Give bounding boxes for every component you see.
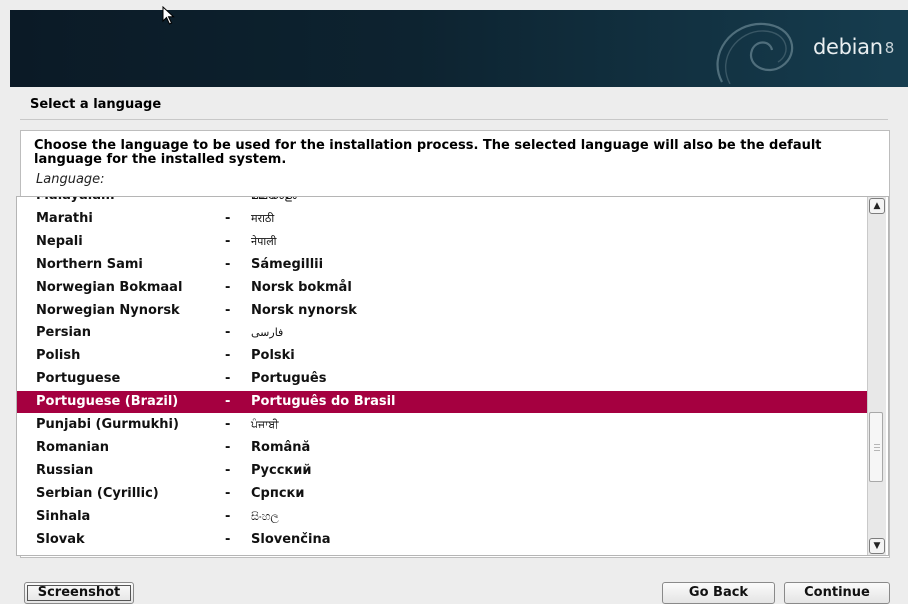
- scroll-down-icon[interactable]: ▼: [869, 538, 885, 554]
- question-text: Choose the language to be used for the i…: [34, 138, 822, 167]
- language-separator: -: [225, 417, 231, 432]
- scrollbar-thumb[interactable]: [869, 412, 883, 482]
- language-native-name: Sámegillii: [251, 256, 324, 272]
- language-list[interactable]: Malayalam - മലയാളം Marathi - मराठी Nepali - नेपा…: [16, 196, 889, 556]
- language-option[interactable]: Norwegian Nynorsk - Norsk nynorsk: [17, 300, 870, 322]
- language-name: Norwegian Bokmaal: [36, 279, 183, 295]
- vertical-scrollbar[interactable]: ▲ ▼: [867, 197, 886, 555]
- language-option[interactable]: Norwegian Bokmaal - Norsk bokmål: [17, 277, 870, 299]
- language-option[interactable]: Malayalam - മലയാളം: [17, 197, 870, 207]
- language-name: Malayalam: [36, 197, 115, 207]
- language-name: Romanian: [36, 439, 109, 455]
- mouse-pointer-icon: [162, 6, 175, 25]
- language-name: Marathi: [36, 210, 93, 226]
- language-name: Polish: [36, 348, 81, 364]
- debian-swirl-logo: [716, 22, 794, 84]
- language-name: Russian: [36, 462, 94, 478]
- language-option[interactable]: Polish - Polski: [17, 345, 870, 367]
- language-name: Norwegian Nynorsk: [36, 302, 180, 318]
- scroll-up-icon[interactable]: ▲: [869, 198, 885, 214]
- continue-button[interactable]: Continue: [784, 582, 890, 604]
- language-option[interactable]: Portuguese (Brazil) - Português do Brasil: [17, 391, 870, 414]
- language-separator: -: [225, 256, 231, 272]
- language-option[interactable]: Slovak - Slovenčina: [17, 529, 870, 551]
- language-native-name: Română: [251, 439, 311, 455]
- language-separator: -: [225, 531, 231, 547]
- language-separator: -: [225, 462, 231, 478]
- language-native-name: فارسی: [251, 326, 284, 340]
- language-name: Nepali: [36, 233, 83, 249]
- language-name: Persian: [36, 325, 91, 341]
- go-back-button[interactable]: Go Back: [662, 582, 775, 604]
- language-option[interactable]: Romanian - Română: [17, 437, 870, 459]
- language-separator: -: [225, 508, 231, 524]
- language-separator: -: [225, 325, 231, 341]
- language-option[interactable]: Persian - فارسی: [17, 322, 870, 344]
- language-native-name: සිංහල: [251, 509, 279, 523]
- language-native-name: Norsk nynorsk: [251, 302, 357, 318]
- language-separator: -: [225, 348, 231, 364]
- language-name: Punjabi (Gurmukhi): [36, 417, 179, 432]
- language-option[interactable]: Russian - Русский: [17, 460, 870, 482]
- language-name: Sinhala: [36, 508, 91, 524]
- debian-wordmark: debian 8: [812, 35, 894, 59]
- language-name: Northern Sami: [36, 256, 143, 272]
- language-separator: -: [225, 371, 231, 387]
- language-native-name: മലയാളം: [251, 197, 297, 207]
- language-separator: -: [225, 210, 231, 226]
- language-native-name: मराठी: [251, 211, 275, 225]
- language-option[interactable]: Northern Sami - Sámegillii: [17, 254, 870, 276]
- language-separator: -: [225, 279, 231, 295]
- language-separator: -: [225, 394, 231, 410]
- language-native-name: Norsk bokmål: [251, 279, 352, 295]
- language-native-name: Português: [251, 371, 327, 387]
- language-name: Portuguese: [36, 371, 121, 387]
- language-separator: -: [225, 233, 231, 249]
- language-name: Portuguese (Brazil): [36, 394, 179, 410]
- language-native-name: Português do Brasil: [251, 394, 396, 410]
- language-separator: -: [225, 197, 230, 207]
- screenshot-button[interactable]: Screenshot: [24, 582, 134, 604]
- language-native-name: Polski: [251, 348, 295, 364]
- language-field-label: Language:: [36, 172, 105, 187]
- language-native-name: Српски: [251, 485, 305, 501]
- language-separator: -: [225, 485, 231, 501]
- language-name: Slovak: [36, 531, 85, 547]
- language-separator: -: [225, 302, 231, 318]
- language-native-name: Русский: [251, 462, 312, 478]
- language-option[interactable]: Portuguese - Português: [17, 368, 870, 390]
- language-native-name: ਪੰਜਾਬੀ: [251, 418, 279, 431]
- language-option[interactable]: Serbian (Cyrillic) - Српски: [17, 483, 870, 505]
- title-divider: [20, 119, 888, 120]
- language-separator: -: [225, 439, 231, 455]
- language-option[interactable]: Marathi - मराठी: [17, 208, 870, 230]
- language-native-name: Slovenčina: [251, 531, 331, 547]
- debian-banner: debian 8: [10, 10, 908, 87]
- language-option[interactable]: Punjabi (Gurmukhi) - ਪੰਜਾਬੀ: [17, 414, 870, 436]
- language-native-name: नेपाली: [251, 234, 277, 248]
- language-option[interactable]: Nepali - नेपाली: [17, 231, 870, 253]
- language-name: Serbian (Cyrillic): [36, 485, 159, 501]
- page-title: Select a language: [30, 97, 162, 112]
- language-option[interactable]: Sinhala - සිංහල: [17, 506, 870, 528]
